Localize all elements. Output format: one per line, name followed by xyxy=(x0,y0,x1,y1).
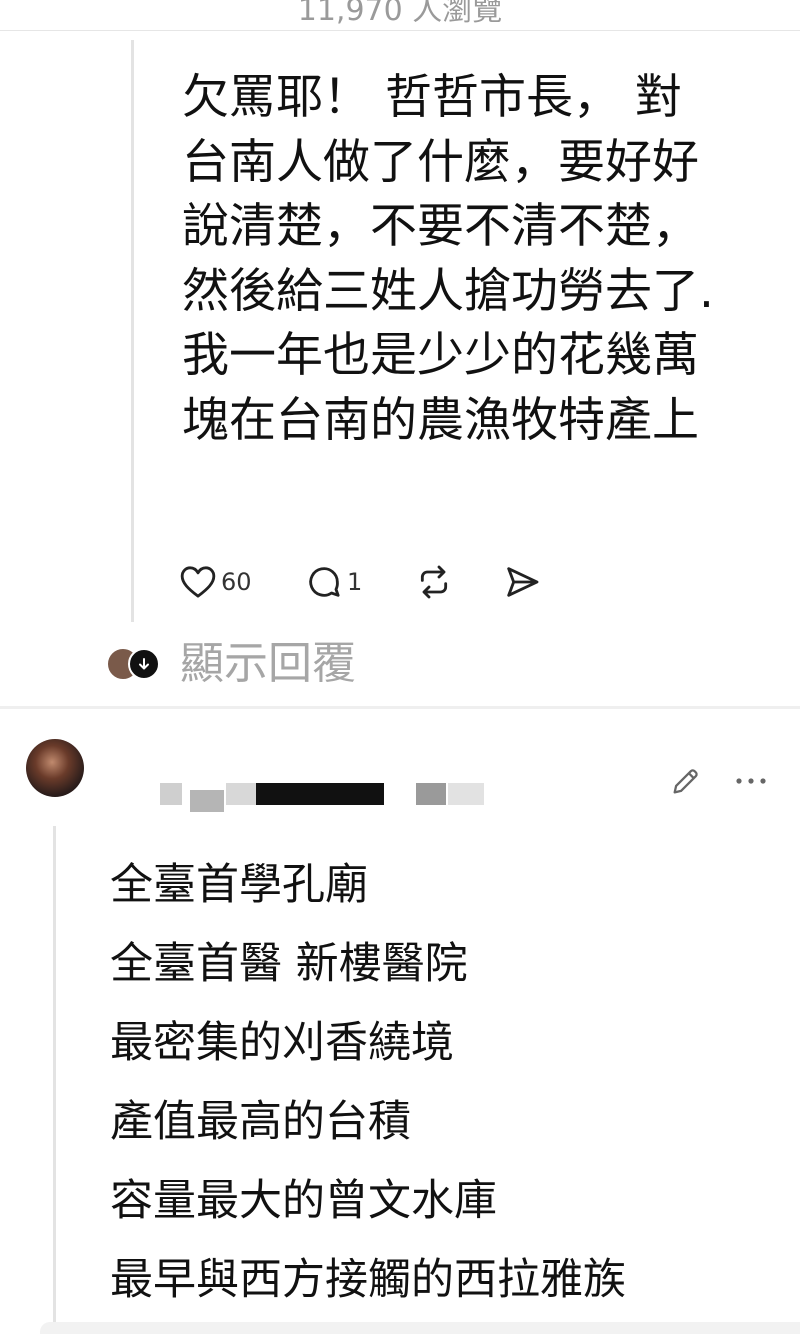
view-count: 11,970 人瀏覽 xyxy=(297,0,503,28)
repost-icon xyxy=(420,565,448,599)
post-1-body: 欠罵耶！ 哲哲市長， 對 台南人做了什麼，要好好 說清楚，不要不清不楚， 然後給… xyxy=(182,66,792,454)
send-icon xyxy=(507,567,539,597)
heart-icon xyxy=(180,566,216,598)
post-divider xyxy=(0,706,800,709)
post-2-line: 容量最大的曾文水庫 xyxy=(110,1176,497,1226)
thread-line xyxy=(131,40,134,622)
like-button[interactable]: 60 xyxy=(178,560,252,604)
show-replies-label: 顯示回覆 xyxy=(180,638,356,689)
post-2-body: 全臺首學孔廟 全臺首醫 新樓醫院 最密集的刈香繞境 產值最高的台積 容量最大的曾… xyxy=(110,846,790,1320)
comment-icon xyxy=(309,567,340,597)
post-1-line: 塊在台南的農漁牧特產上 xyxy=(182,392,699,448)
post-2-line: 全臺首學孔廟 xyxy=(110,860,368,910)
post-1-line: 台南人做了什麼，要好好 xyxy=(182,134,699,190)
pencil-icon[interactable] xyxy=(669,764,703,802)
post-1-line: 說清楚，不要不清不楚， xyxy=(182,199,699,255)
post-2-line: 產值最高的台積 xyxy=(110,1097,411,1147)
post-1-line: 我一年也是少少的花幾萬 xyxy=(182,328,699,384)
top-divider xyxy=(0,30,800,31)
more-icon[interactable] xyxy=(733,766,769,800)
post-2-line: 全臺首醫 新樓醫院 xyxy=(110,939,468,989)
comment-count: 1 xyxy=(347,568,363,596)
post-1-line: 然後給三姓人搶功勞去了. xyxy=(182,263,714,319)
repost-button[interactable] xyxy=(414,560,454,604)
post-1-line: 欠罵耶！ 哲哲市長， 對 xyxy=(182,70,682,125)
share-button[interactable] xyxy=(502,560,542,604)
show-replies-button[interactable]: 顯示回覆 xyxy=(106,636,356,692)
author-avatar[interactable] xyxy=(26,739,84,797)
post-2-line: 最密集的刈香繞境 xyxy=(110,1018,454,1068)
next-card-edge xyxy=(40,1322,800,1334)
post-2-line: 最早與西方接觸的西拉雅族 xyxy=(110,1255,626,1305)
comment-button[interactable]: 1 xyxy=(304,560,362,604)
arrow-down-icon xyxy=(128,648,160,680)
thread-line xyxy=(53,826,56,1326)
like-count: 60 xyxy=(221,568,252,596)
